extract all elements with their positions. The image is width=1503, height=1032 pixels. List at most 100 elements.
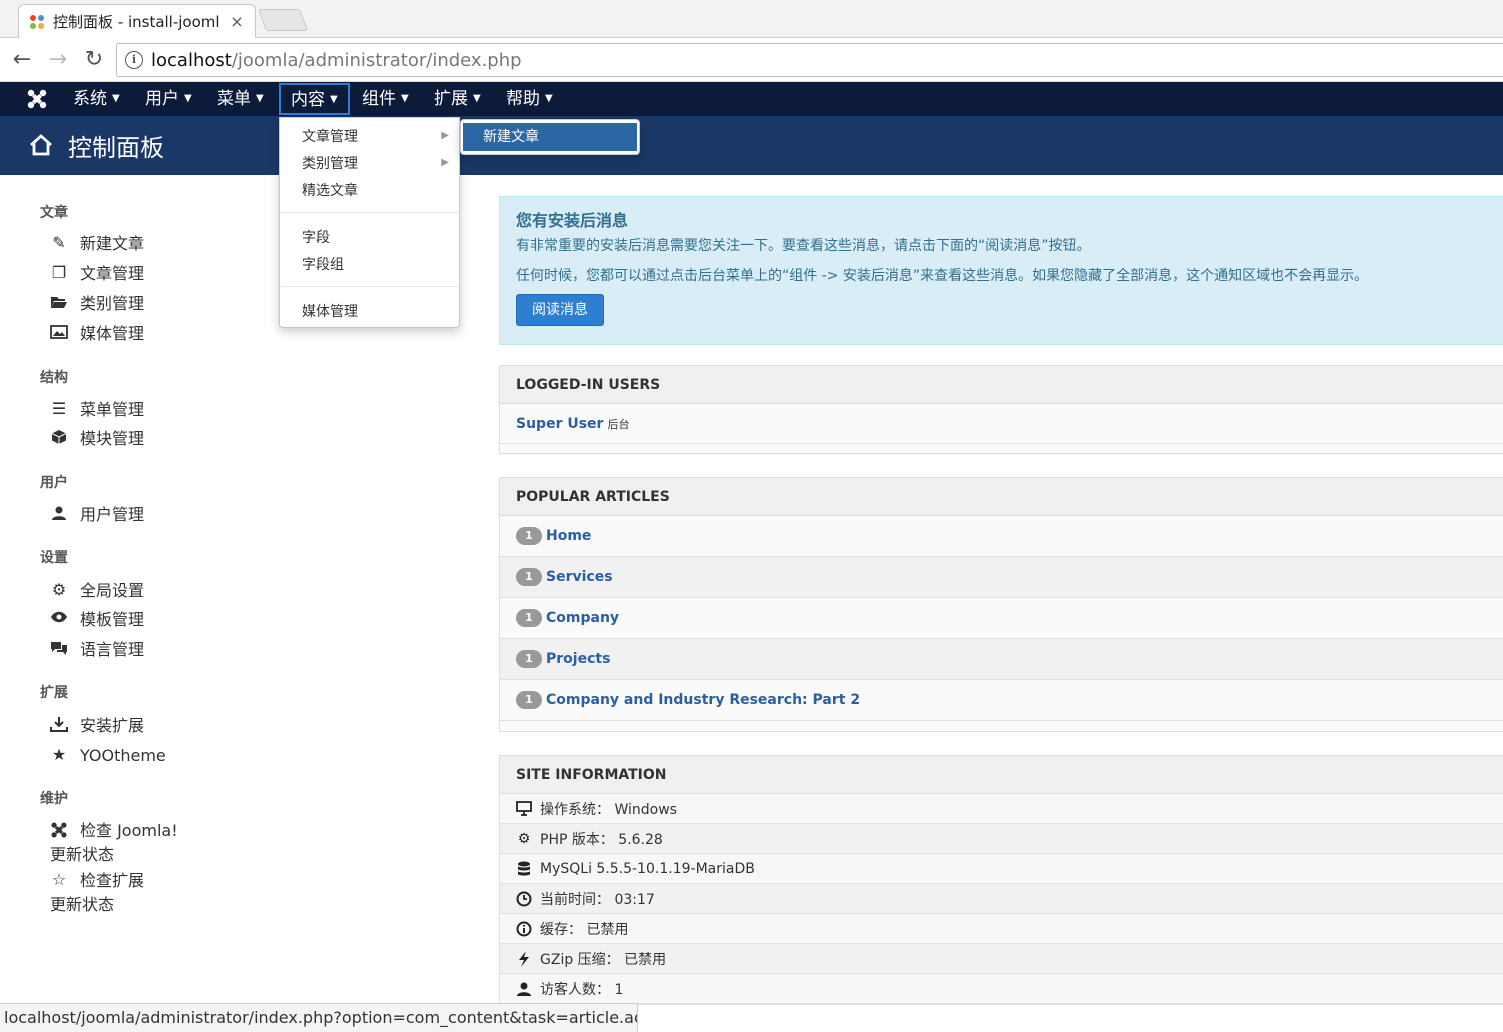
caret-down-icon: ▼ xyxy=(112,93,120,104)
home-icon xyxy=(28,132,54,158)
message-line-1: 有非常重要的安装后消息需要您关注一下。要查看这些消息，请点击下面的“阅读消息”按… xyxy=(516,238,1091,254)
address-bar[interactable]: i localhost/joomla/administrator/index.p… xyxy=(116,43,1503,77)
sidebar-item-check-joomla[interactable]: 检查 Joomla! xyxy=(50,821,178,841)
gear-icon: ⚙ xyxy=(51,580,67,599)
menu-item-field-groups[interactable]: 字段组 xyxy=(302,254,344,274)
nav-extensions[interactable]: 扩展 ▼ xyxy=(424,82,491,116)
submenu-item-new-article[interactable]: 新建文章 xyxy=(463,123,637,151)
hits-badge: 1 xyxy=(516,527,542,545)
sidebar-item-check-joomla-line2[interactable]: 更新状态 xyxy=(50,841,114,865)
back-arrow-icon[interactable]: ← xyxy=(8,46,36,74)
image-icon xyxy=(50,324,68,342)
user-link[interactable]: Super User xyxy=(516,416,603,432)
close-icon[interactable]: × xyxy=(229,12,245,31)
nav-components[interactable]: 组件 ▼ xyxy=(352,82,419,116)
list-item: 1 Company and Industry Research: Part 2 xyxy=(500,680,1503,721)
menu-item-fields[interactable]: 字段 xyxy=(302,227,330,247)
info-icon[interactable]: i xyxy=(125,51,143,69)
postinstall-message: 您有安装后消息 有非常重要的安装后消息需要您关注一下。要查看这些消息，请点击下面… xyxy=(499,196,1503,345)
tab-title: 控制面板 - install-jooml xyxy=(53,13,220,31)
nav-content[interactable]: 内容 ▼ xyxy=(279,83,350,115)
article-link[interactable]: Home xyxy=(546,528,591,544)
menu-item-media[interactable]: 媒体管理 xyxy=(302,301,358,321)
message-line-2: 任何时候，您都可以通过点击后台菜单上的“组件 -> 安装后消息”来查看这些消息。… xyxy=(516,268,1369,284)
pencil-icon: ✎ xyxy=(52,233,66,252)
sidebar-item-languages[interactable]: 语言管理 xyxy=(50,640,144,660)
article-link[interactable]: Projects xyxy=(546,651,610,667)
list-item: 当前时间： 03:17 xyxy=(500,884,1503,914)
menu-item-categories[interactable]: 类别管理 xyxy=(302,153,358,173)
chevron-right-icon: ▶ xyxy=(441,157,449,168)
sidebar-item-users[interactable]: 用户管理 xyxy=(50,505,144,525)
list-icon: ☰ xyxy=(51,399,67,418)
hits-badge: 1 xyxy=(516,568,542,586)
cogs-icon: ⚙ xyxy=(517,830,531,847)
caret-down-icon: ▼ xyxy=(401,93,409,104)
nav-help[interactable]: 帮助 ▼ xyxy=(496,82,563,116)
reload-icon[interactable]: ↻ xyxy=(80,46,108,74)
nav-users[interactable]: 用户 ▼ xyxy=(135,82,202,116)
list-item: 1 Home xyxy=(500,516,1503,557)
sidebar-section-structure: 结构 xyxy=(40,370,68,386)
download-icon xyxy=(50,716,68,734)
read-messages-button[interactable]: 阅读消息 xyxy=(516,294,604,326)
hits-badge: 1 xyxy=(516,609,542,627)
list-item: 操作系统： Windows xyxy=(500,794,1503,824)
sidebar-item-new-article[interactable]: ✎ 新建文章 xyxy=(50,234,144,254)
nav-system[interactable]: 系统 ▼ xyxy=(63,82,130,116)
sidebar-item-menus[interactable]: ☰ 菜单管理 xyxy=(50,400,144,420)
lightning-icon xyxy=(516,950,532,967)
joomla-logo-icon[interactable] xyxy=(26,88,48,110)
browser-tabstrip: 控制面板 - install-jooml × xyxy=(0,0,1503,38)
browser-tab[interactable]: 控制面板 - install-jooml × xyxy=(18,4,256,38)
sidebar-section-content: 文章 xyxy=(40,205,68,221)
menu-item-articles[interactable]: 文章管理 xyxy=(302,126,358,146)
menu-divider xyxy=(281,212,459,213)
sidebar-item-templates[interactable]: 模板管理 xyxy=(50,610,144,630)
clock-icon xyxy=(516,891,532,907)
eye-icon xyxy=(50,610,68,628)
site-information-panel: SITE INFORMATION 操作系统： Windows ⚙ PHP 版本： … xyxy=(499,755,1503,1005)
caret-down-icon: ▼ xyxy=(545,93,553,104)
sidebar-item-media[interactable]: 媒体管理 xyxy=(50,324,144,344)
copy-icon: ❐ xyxy=(51,263,67,282)
chevron-right-icon: ▶ xyxy=(441,130,449,141)
article-link[interactable]: Company and Industry Research: Part 2 xyxy=(546,692,860,708)
sidebar-item-modules[interactable]: 模块管理 xyxy=(50,429,144,449)
cube-icon xyxy=(50,429,68,447)
forward-arrow-icon[interactable]: → xyxy=(44,46,72,74)
joomla-icon xyxy=(50,821,68,839)
sidebar-item-check-extensions-line2[interactable]: 更新状态 xyxy=(50,891,114,915)
content-dropdown-menu: 文章管理 ▶ 类别管理 ▶ 精选文章 字段 字段组 媒体管理 xyxy=(279,117,460,328)
sidebar-section-extensions: 扩展 xyxy=(40,685,68,701)
caret-down-icon: ▼ xyxy=(473,93,481,104)
hits-badge: 1 xyxy=(516,691,542,709)
list-item: 缓存： 已禁用 xyxy=(500,914,1503,944)
admin-navbar: 系统 ▼ 用户 ▼ 菜单 ▼ 内容 ▼ 组件 ▼ 扩展 ▼ 帮助 ▼ xyxy=(0,82,1503,116)
list-item: 访客人数： 1 xyxy=(500,974,1503,1004)
sidebar-item-yootheme[interactable]: ★ YOOtheme xyxy=(50,746,166,766)
message-title: 您有安装后消息 xyxy=(516,211,629,230)
sidebar-item-install-extensions[interactable]: 安装扩展 xyxy=(50,716,144,736)
sidebar-item-global-config[interactable]: ⚙ 全局设置 xyxy=(50,581,144,601)
joomla-favicon-icon xyxy=(29,14,45,30)
panel-title: SITE INFORMATION xyxy=(500,756,1503,794)
comments-icon xyxy=(50,640,68,658)
article-link[interactable]: Company xyxy=(546,610,619,626)
folder-open-icon xyxy=(50,294,68,312)
logged-in-users-panel: LOGGED-IN USERS Super User 后台 xyxy=(499,365,1503,454)
list-item: ⚙ PHP 版本： 5.6.28 xyxy=(500,824,1503,854)
nav-menus[interactable]: 菜单 ▼ xyxy=(207,82,274,116)
sidebar-item-categories[interactable]: 类别管理 xyxy=(50,294,144,314)
star-outline-icon: ☆ xyxy=(51,870,67,889)
sidebar-section-maintenance: 维护 xyxy=(40,791,68,807)
popular-articles-panel: POPULAR ARTICLES 1 Home 1 Services 1 Compan… xyxy=(499,477,1503,732)
new-tab-button[interactable] xyxy=(257,9,309,31)
page-header: 控制面板 xyxy=(0,116,1503,175)
article-link[interactable]: Services xyxy=(546,569,613,585)
list-item: MySQLi 5.5.5-10.1.19-MariaDB xyxy=(500,854,1503,884)
menu-item-featured[interactable]: 精选文章 xyxy=(302,180,358,200)
sidebar-item-articles[interactable]: ❐ 文章管理 xyxy=(50,264,144,284)
sidebar-item-check-extensions[interactable]: ☆ 检查扩展 xyxy=(50,871,144,891)
database-icon xyxy=(516,861,532,877)
